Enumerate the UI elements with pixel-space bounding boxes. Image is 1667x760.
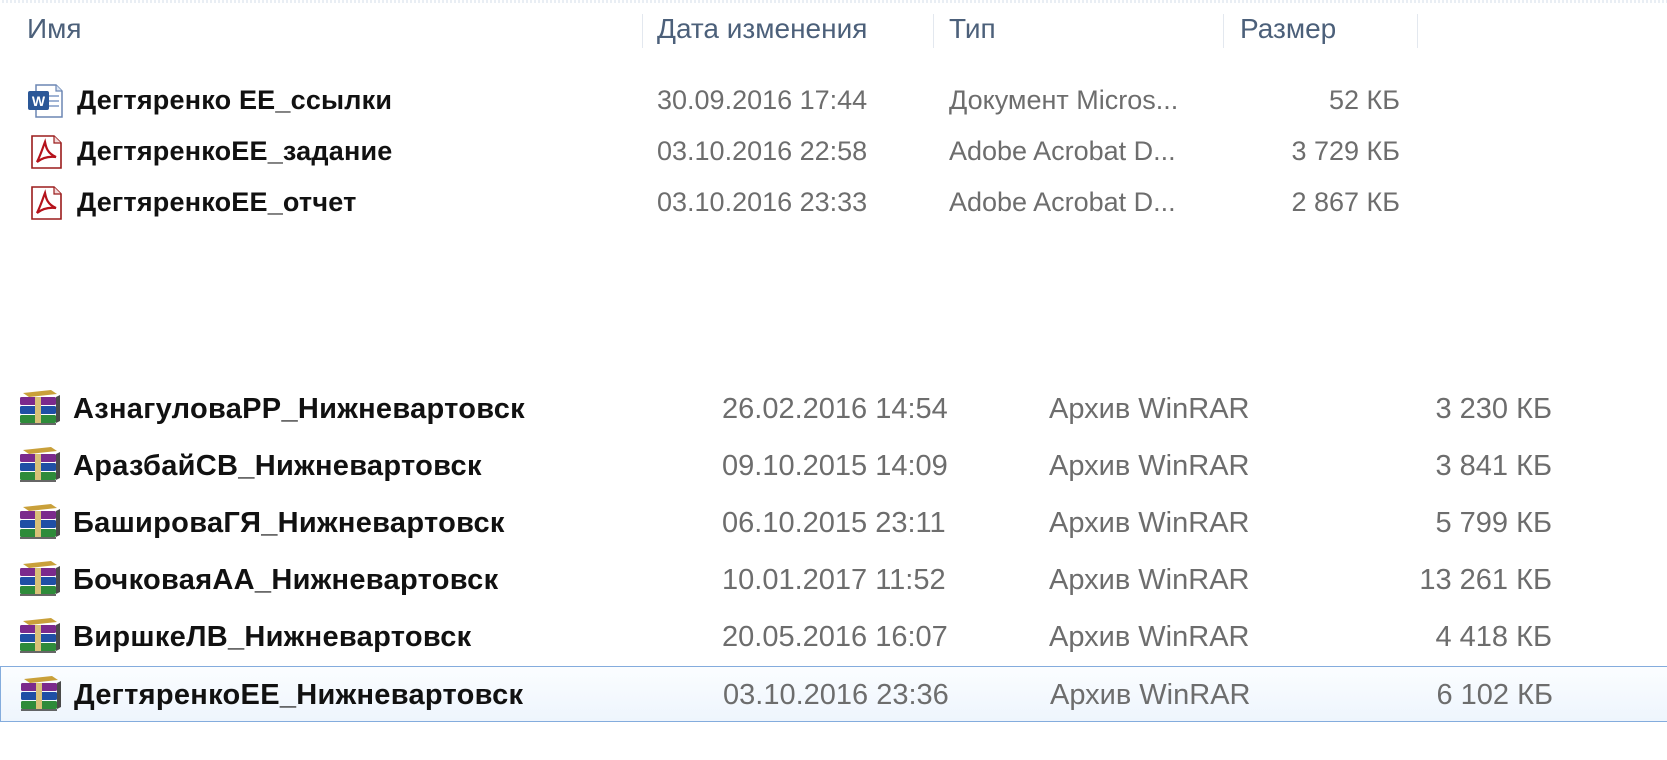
pdf-icon [31, 186, 62, 220]
file-row[interactable]: ДегтяренкоЕЕ_отчет 03.10.2016 23:33 Adob… [0, 178, 1500, 226]
archive-row[interactable]: БашироваГЯ_Нижневартовск 06.10.2015 23:1… [0, 495, 1667, 551]
archive-type: Архив WinRAR [1049, 621, 1250, 653]
archive-date: 10.01.2017 11:52 [722, 564, 946, 596]
file-row[interactable]: W Дегтяренко ЕЕ_ссылки 30.09.2016 17:44 … [0, 76, 1500, 124]
winrar-archive-icon [20, 618, 60, 653]
archive-date: 09.10.2015 14:09 [722, 450, 948, 482]
file-size: 2 867 КБ [1291, 187, 1400, 217]
archive-name: ВиршкеЛВ_Нижневартовск [73, 621, 472, 653]
column-header-type[interactable]: Тип [949, 6, 996, 52]
column-header-name[interactable]: Имя [27, 6, 82, 52]
svg-text:W: W [32, 93, 46, 109]
file-size: 52 КБ [1329, 85, 1400, 115]
file-size: 3 729 КБ [1291, 136, 1400, 166]
winrar-archive-icon [20, 561, 60, 596]
archive-row[interactable]: АзнагуловаРР_Нижневартовск 26.02.2016 14… [0, 381, 1667, 437]
archive-date: 03.10.2016 23:36 [723, 679, 949, 711]
winrar-archive-icon [20, 390, 60, 425]
winrar-archive-icon [20, 504, 60, 539]
archive-size: 3 230 КБ [1435, 393, 1552, 425]
archive-size: 6 102 КБ [1436, 679, 1553, 711]
archive-row[interactable]: АразбайСВ_Нижневартовск 09.10.2015 14:09… [0, 438, 1667, 494]
file-row[interactable]: ДегтяренкоЕЕ_задание 03.10.2016 22:58 Ad… [0, 127, 1500, 175]
file-type: Adobe Acrobat D... [949, 136, 1176, 166]
archive-size: 3 841 КБ [1435, 450, 1552, 482]
archive-name: БочковаяАА_Нижневартовск [73, 564, 499, 596]
column-divider[interactable] [1417, 14, 1418, 48]
archive-size: 4 418 КБ [1435, 621, 1552, 653]
column-divider[interactable] [642, 14, 643, 48]
archive-date: 06.10.2015 23:11 [722, 507, 946, 539]
winrar-archive-icon [20, 447, 60, 482]
column-header-date[interactable]: Дата изменения [657, 6, 867, 52]
file-date: 03.10.2016 22:58 [657, 136, 868, 166]
archive-row[interactable]: БочковаяАА_Нижневартовск 10.01.2017 11:5… [0, 552, 1667, 608]
archive-size: 13 261 КБ [1419, 564, 1552, 596]
archive-type: Архив WinRAR [1049, 450, 1250, 482]
column-header-bar: Имя Дата изменения Тип Размер [0, 6, 1667, 52]
archive-date: 20.05.2016 16:07 [722, 621, 948, 653]
archive-name: АразбайСВ_Нижневартовск [73, 450, 482, 482]
file-type: Adobe Acrobat D... [949, 187, 1176, 217]
archive-type: Архив WinRAR [1050, 679, 1251, 711]
archive-size: 5 799 КБ [1435, 507, 1552, 539]
archive-row[interactable]: ВиршкеЛВ_Нижневартовск 20.05.2016 16:07 … [0, 609, 1667, 665]
file-date: 30.09.2016 17:44 [657, 85, 868, 115]
file-name: Дегтяренко ЕЕ_ссылки [77, 85, 393, 115]
pdf-icon [31, 135, 62, 169]
archive-name: ДегтяренкоЕЕ_Нижневартовск [74, 679, 524, 711]
archive-type: Архив WinRAR [1049, 393, 1250, 425]
file-date: 03.10.2016 23:33 [657, 187, 868, 217]
column-header-size[interactable]: Размер [1240, 6, 1336, 52]
window-top-edge [0, 0, 1667, 3]
file-name: ДегтяренкоЕЕ_задание [77, 136, 393, 166]
winrar-archive-icon [21, 676, 61, 711]
archive-row-selected[interactable]: ДегтяренкоЕЕ_Нижневартовск 03.10.2016 23… [0, 666, 1667, 722]
archive-type: Архив WinRAR [1049, 564, 1250, 596]
word-doc-icon: W [28, 84, 63, 118]
archive-date: 26.02.2016 14:54 [722, 393, 948, 425]
archive-type: Архив WinRAR [1049, 507, 1250, 539]
file-name: ДегтяренкоЕЕ_отчет [77, 187, 357, 217]
column-divider[interactable] [1223, 14, 1224, 48]
column-divider[interactable] [933, 14, 934, 48]
file-type: Документ Micros... [949, 85, 1179, 115]
archive-name: АзнагуловаРР_Нижневартовск [73, 393, 525, 425]
archive-name: БашироваГЯ_Нижневартовск [73, 507, 505, 539]
